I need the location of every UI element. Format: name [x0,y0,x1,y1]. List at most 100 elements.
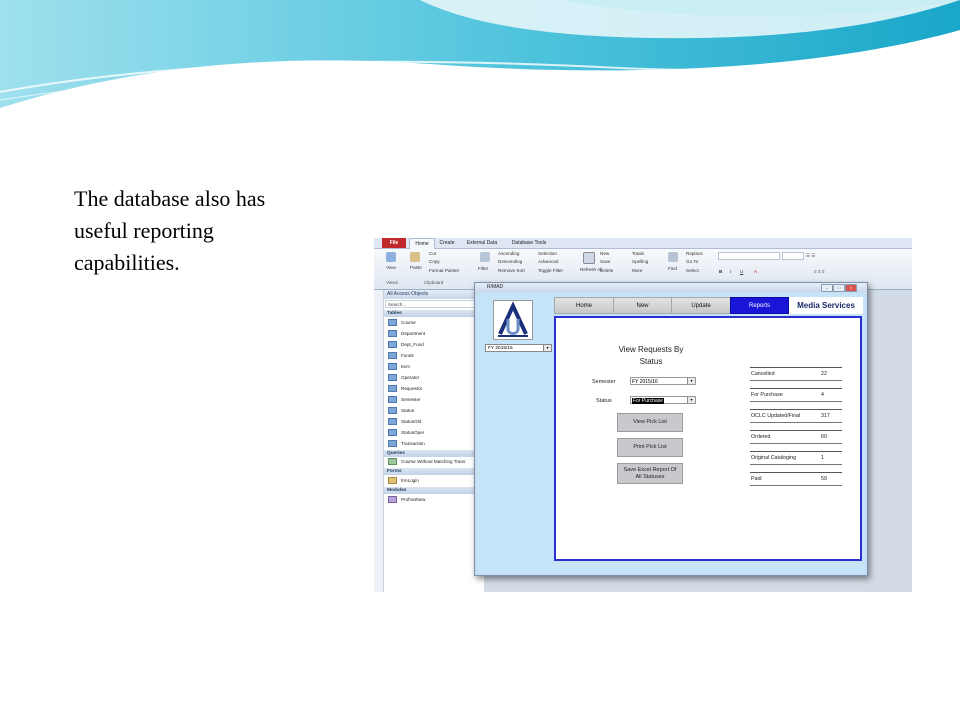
semester-value: FY 2015/16 [632,379,658,385]
paste-button[interactable]: Paste [410,264,422,271]
filter-button[interactable]: Filter [478,265,488,272]
nav-section-modules[interactable]: Modules [384,487,484,494]
row-divider [750,422,842,423]
form-body: FY 2015/16 ▾ Home New Update Reports Med… [477,293,865,573]
list-icons[interactable]: ☰ ☰ [806,252,816,259]
nav-table-requestor[interactable]: Requestor [388,384,422,393]
font-color-icon[interactable]: A [754,268,757,275]
nav-query-course-without-matching[interactable]: Course Without Matching Trans [388,457,465,466]
status-count-row: Original Cataloging 1 [750,451,842,473]
nav-scrollbar[interactable] [374,290,384,592]
module-icon [388,496,397,504]
table-icon [388,429,397,437]
semester-select[interactable]: FY 2015/16 ▾ [630,377,696,385]
minimize-icon[interactable]: – [821,284,833,292]
tab-create[interactable]: Create [436,238,458,248]
nav-section-tables[interactable]: Tables [384,310,484,317]
replace-button[interactable]: Replace [686,250,703,257]
italic-icon[interactable]: I [730,268,731,275]
filter-icon [480,252,490,262]
nav-table-semester[interactable]: Semester [388,395,421,404]
nav-table-item[interactable]: Item [388,362,410,371]
nav-section-queries[interactable]: Queries [384,450,484,457]
chevron-down-icon[interactable]: ▾ [543,345,551,351]
status-count-row: OCLC Updated/Final 317 [750,409,842,431]
table-icon [388,440,397,448]
nav-table-department[interactable]: Department [388,329,425,338]
totals-button[interactable]: Totals [632,250,644,257]
nav-table-statusold[interactable]: StatusOld [388,417,421,426]
font-size-box[interactable] [782,252,804,260]
nav-table-dept-fund[interactable]: Dept_Fund [388,340,424,349]
bold-icon[interactable]: B [719,268,722,275]
form-icon [388,477,397,485]
refresh-all-button[interactable]: Refresh All [580,266,602,273]
nav-form-frmlogin[interactable]: frmLogin [388,476,419,485]
nav-module-profvarnew[interactable]: ProfVarNew [388,495,425,504]
save-excel-report-button[interactable]: Save Excel Report Of All Statuses [617,463,683,484]
view-button[interactable]: View [386,264,396,271]
status-count-value: 60 [821,434,827,440]
nav-table-course[interactable]: Course [388,318,416,327]
caption-line-3: capabilities. [74,250,180,275]
new-record-button[interactable]: New [600,250,609,257]
remove-sort-button[interactable]: Remove Sort [498,267,525,274]
tab-reports[interactable]: Reports [730,297,789,314]
underline-icon[interactable]: U [740,268,743,275]
caption-line-2: useful reporting [74,218,214,243]
find-button[interactable]: Find [668,265,677,272]
font-name-box[interactable] [718,252,780,260]
tab-update[interactable]: Update [671,297,731,314]
fiscal-year-select[interactable]: FY 2015/16 ▾ [485,344,552,352]
cut-button[interactable]: Cut [429,250,436,257]
nav-pane-title[interactable]: All Access Objects [384,290,484,299]
close-icon[interactable]: × [845,284,857,292]
tab-external-data[interactable]: External Data [462,238,502,248]
status-value: For Purchase [632,398,665,404]
status-select[interactable]: For Purchase ▾ [630,396,696,404]
view-requests-title: View Requests By Status [596,344,706,368]
view-pick-list-button[interactable]: View Pick List [617,413,683,432]
format-painter-button[interactable]: Format Painter [429,267,459,274]
more-button[interactable]: More [632,267,642,274]
selection-button[interactable]: Selection [538,250,557,257]
ascending-button[interactable]: Ascending [498,250,519,257]
nav-table-operator[interactable]: Operator [388,373,419,382]
status-count-label: Ordered [751,434,771,440]
chevron-down-icon[interactable]: ▾ [687,378,695,384]
status-count-value: 59 [821,476,827,482]
paste-icon [410,252,420,262]
select-button[interactable]: Select [686,267,699,274]
align-icons[interactable]: ≡ ≡ ≡ [814,268,825,275]
save-record-button[interactable]: Save [600,258,610,265]
nav-section-forms[interactable]: Forms [384,468,484,475]
spelling-button[interactable]: Spelling [632,258,648,265]
nav-table-transaction[interactable]: Transaction [388,439,425,448]
nav-table-statusoper[interactable]: StatusOper [388,428,424,437]
nav-table-funds[interactable]: Funds [388,351,414,360]
restore-icon[interactable]: □ [833,284,845,292]
delete-record-button[interactable]: Delete [600,267,613,274]
descending-button[interactable]: Descending [498,258,522,265]
tab-home[interactable]: Home [409,238,435,249]
view-title-line-1: View Requests By [618,345,684,354]
nav-table-status[interactable]: Status [388,406,414,415]
advanced-button[interactable]: Advanced [538,258,558,265]
status-count-row: Ordered 60 [750,430,842,452]
status-count-label: Paid [751,476,762,482]
tab-home-form[interactable]: Home [554,297,614,314]
status-count-label: OCLC Updated/Final [751,413,801,419]
toggle-filter-button[interactable]: Toggle Filter [538,267,563,274]
copy-button[interactable]: Copy [429,258,440,265]
table-icon [388,385,397,393]
group-label-clipboard: Clipboard [424,280,444,285]
go-to-button[interactable]: Go To [686,258,698,265]
nav-search-input[interactable]: Search... [385,300,483,308]
tab-database-tools[interactable]: Database Tools [506,238,552,248]
table-icon [388,396,397,404]
tab-new[interactable]: New [613,297,672,314]
tab-file[interactable]: File [382,238,406,248]
chevron-down-icon[interactable]: ▾ [687,397,695,403]
table-icon [388,374,397,382]
print-pick-list-button[interactable]: Print Pick List [617,438,683,457]
